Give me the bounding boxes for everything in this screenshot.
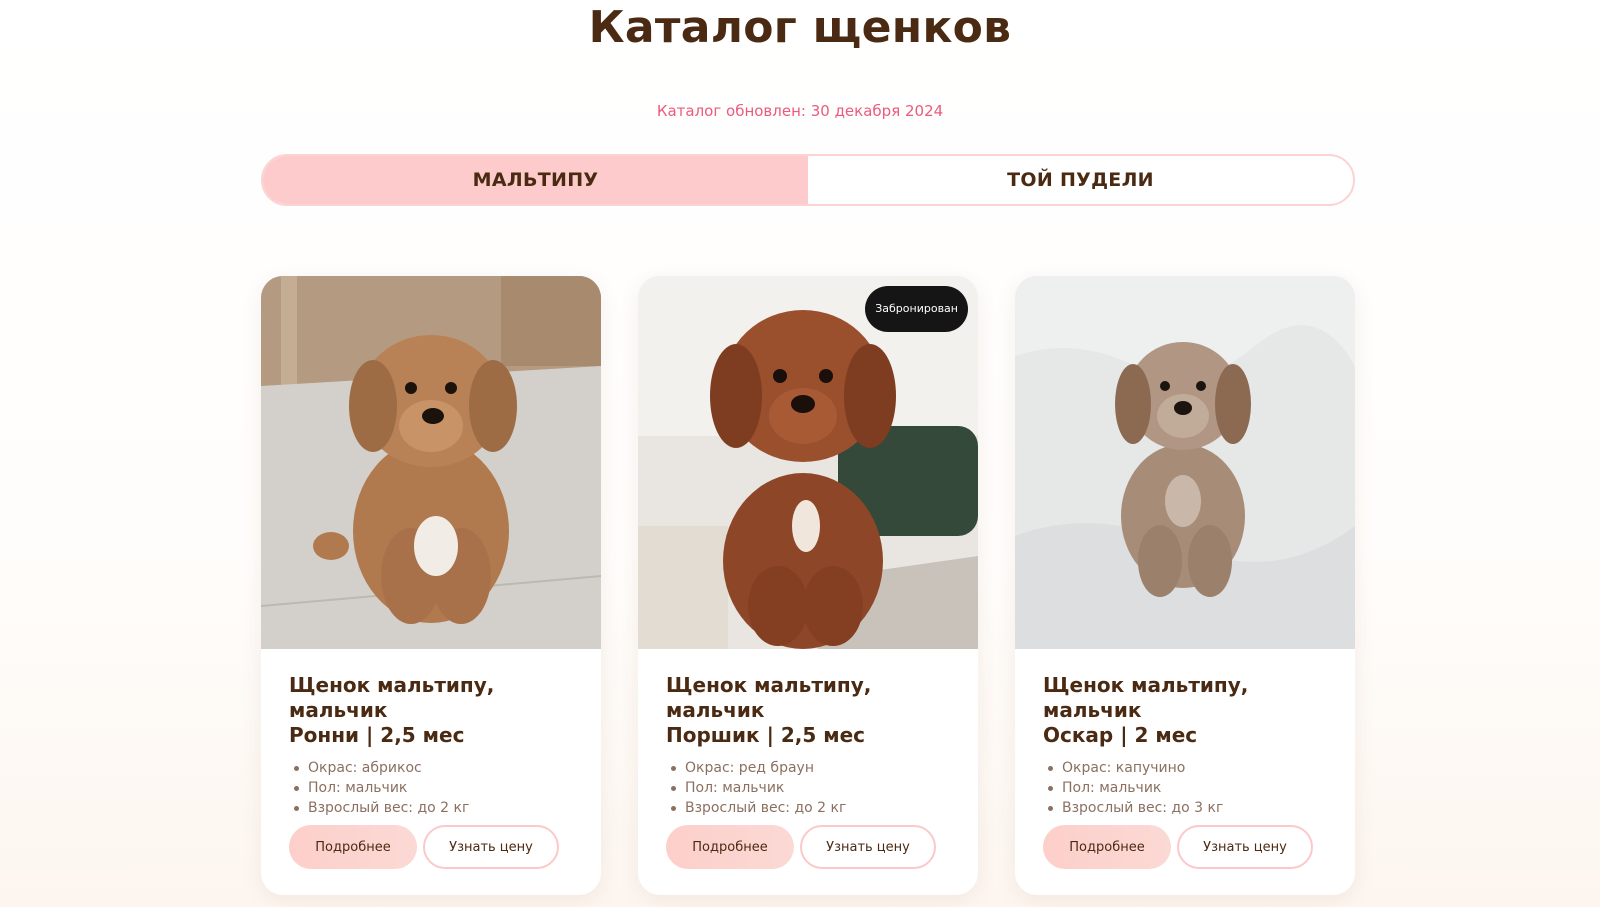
puppy-title: Щенок мальтипу, мальчик Оскар | 2 мес bbox=[1043, 673, 1327, 748]
details-button[interactable]: Подробнее bbox=[666, 825, 794, 869]
puppy-title-line1: Щенок мальтипу, мальчик bbox=[666, 673, 872, 722]
puppy-specs: Окрас: ред браун Пол: мальчик Взрослый в… bbox=[666, 758, 950, 818]
tab-maltipoo[interactable]: МАЛЬТИПУ bbox=[263, 156, 808, 204]
card-actions: Подробнее Узнать цену bbox=[666, 825, 936, 869]
puppy-title-line2: Ронни | 2,5 мес bbox=[289, 723, 465, 747]
puppy-card: Щенок мальтипу, мальчик Оскар | 2 мес Ок… bbox=[1015, 276, 1355, 895]
puppy-title-line2: Оскар | 2 мес bbox=[1043, 723, 1198, 747]
puppy-photo[interactable] bbox=[261, 276, 601, 649]
puppy-title-line1: Щенок мальтипу, мальчик bbox=[289, 673, 495, 722]
spec-color: Окрас: ред браун bbox=[666, 758, 950, 778]
spec-sex: Пол: мальчик bbox=[1043, 778, 1327, 798]
spec-sex: Пол: мальчик bbox=[289, 778, 573, 798]
tab-toy-poodle[interactable]: ТОЙ ПУДЕЛИ bbox=[808, 156, 1353, 204]
puppy-title-line2: Поршик | 2,5 мес bbox=[666, 723, 866, 747]
spec-color: Окрас: абрикос bbox=[289, 758, 573, 778]
puppy-photo[interactable]: Забронирован bbox=[638, 276, 978, 649]
ask-price-button[interactable]: Узнать цену bbox=[423, 825, 559, 869]
card-actions: Подробнее Узнать цену bbox=[289, 825, 559, 869]
puppy-specs: Окрас: капучино Пол: мальчик Взрослый ве… bbox=[1043, 758, 1327, 818]
spec-weight: Взрослый вес: до 3 кг bbox=[1043, 798, 1327, 818]
catalog-updated-date: Каталог обновлен: 30 декабря 2024 bbox=[656, 102, 944, 120]
spec-weight: Взрослый вес: до 2 кг bbox=[289, 798, 573, 818]
puppy-title: Щенок мальтипу, мальчик Поршик | 2,5 мес bbox=[666, 673, 950, 748]
puppy-title: Щенок мальтипу, мальчик Ронни | 2,5 мес bbox=[289, 673, 573, 748]
spec-color: Окрас: капучино bbox=[1043, 758, 1327, 778]
puppy-photo-image bbox=[1015, 276, 1355, 649]
puppy-photo[interactable] bbox=[1015, 276, 1355, 649]
details-button[interactable]: Подробнее bbox=[289, 825, 417, 869]
page-title: Каталог щенков bbox=[588, 2, 1012, 53]
card-actions: Подробнее Узнать цену bbox=[1043, 825, 1313, 869]
puppy-title-line1: Щенок мальтипу, мальчик bbox=[1043, 673, 1249, 722]
puppy-photo-image bbox=[261, 276, 601, 649]
spec-weight: Взрослый вес: до 2 кг bbox=[666, 798, 950, 818]
breed-tabs: МАЛЬТИПУ ТОЙ ПУДЕЛИ bbox=[261, 154, 1355, 206]
details-button[interactable]: Подробнее bbox=[1043, 825, 1171, 869]
puppy-card: Щенок мальтипу, мальчик Ронни | 2,5 мес … bbox=[261, 276, 601, 895]
catalog-page: Каталог щенков Каталог обновлен: 30 дека… bbox=[0, 0, 1600, 907]
ask-price-button[interactable]: Узнать цену bbox=[1177, 825, 1313, 869]
reserved-badge: Забронирован bbox=[865, 286, 968, 332]
puppy-specs: Окрас: абрикос Пол: мальчик Взрослый вес… bbox=[289, 758, 573, 818]
puppy-card: Забронирован Щенок мальтипу, мальчик Пор… bbox=[638, 276, 978, 895]
ask-price-button[interactable]: Узнать цену bbox=[800, 825, 936, 869]
spec-sex: Пол: мальчик bbox=[666, 778, 950, 798]
